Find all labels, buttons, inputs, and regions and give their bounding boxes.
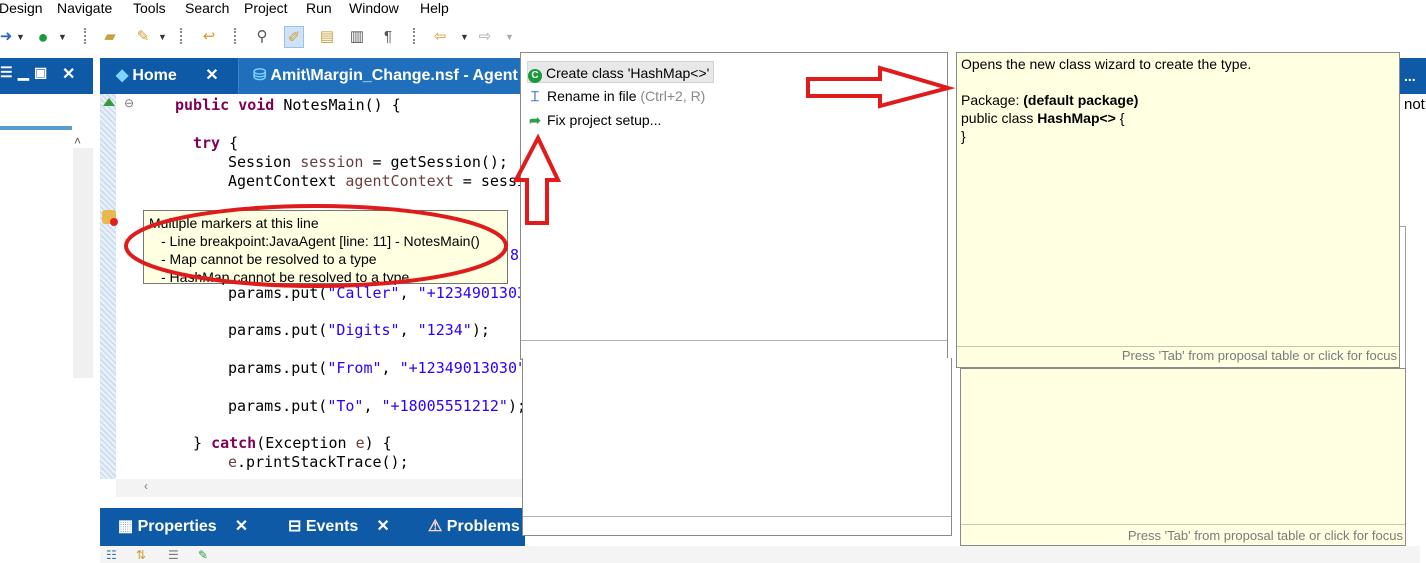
annotation-ellipse bbox=[124, 204, 508, 288]
annotation-overlay bbox=[124, 65, 956, 288]
annotation-arrow-right bbox=[806, 65, 956, 109]
annotation-arrow-up bbox=[512, 133, 562, 225]
